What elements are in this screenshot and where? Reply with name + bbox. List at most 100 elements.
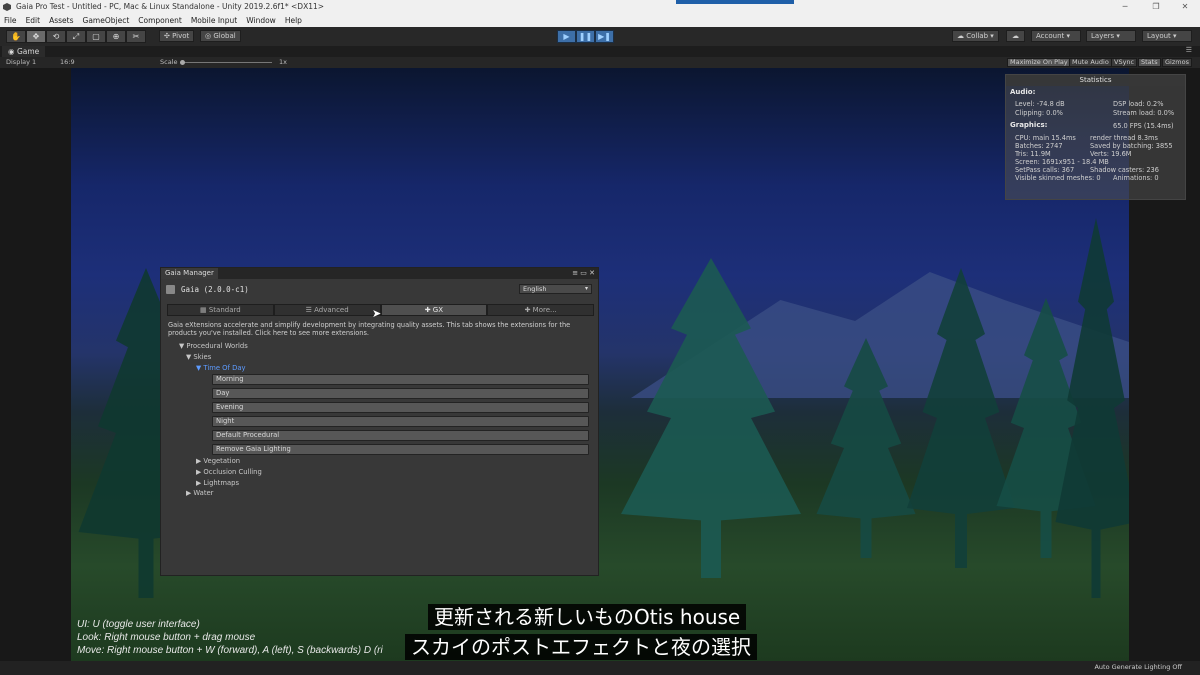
game-view-toolbar: Display 1 16:9 Scale 1x Maximize On Play… bbox=[0, 57, 1200, 68]
step-button[interactable]: ▶❚ bbox=[595, 30, 614, 43]
gizmos-dropdown[interactable]: Gizmos bbox=[1162, 58, 1192, 67]
stats-verts: Verts: 19.6M bbox=[1090, 150, 1132, 158]
pivot-label: Pivot bbox=[172, 32, 190, 40]
window-title-bar: Gaia Pro Test - Untitled - PC, Mac & Lin… bbox=[0, 0, 1200, 14]
layout-dropdown[interactable]: Layout ▾ bbox=[1142, 30, 1192, 42]
play-button[interactable]: ▶ bbox=[557, 30, 576, 43]
stats-clipping: Clipping: 0.0% bbox=[1015, 109, 1063, 117]
display-dropdown[interactable]: Display 1 bbox=[6, 57, 36, 68]
stats-fps: 65.0 FPS (15.4ms) bbox=[1113, 122, 1174, 130]
rect-tool-icon[interactable]: ▢ bbox=[86, 30, 106, 43]
tab-advanced-label: Advanced bbox=[314, 306, 349, 314]
tree-skies[interactable]: ▼ Skies bbox=[186, 353, 211, 362]
stats-stream-load: Stream load: 0.0% bbox=[1113, 109, 1175, 117]
global-toggle[interactable]: ◎ Global bbox=[200, 30, 241, 42]
pivot-toggle[interactable]: ✣ Pivot bbox=[159, 30, 195, 42]
maximize-button[interactable]: ❐ bbox=[1141, 0, 1171, 14]
gaia-window-titlebar[interactable]: Gaia Manager ≡ ▭ ✕ bbox=[161, 268, 598, 279]
close-button[interactable]: ✕ bbox=[1170, 0, 1200, 14]
evening-button[interactable]: Evening bbox=[212, 402, 589, 413]
gaia-window-controls[interactable]: ≡ ▭ ✕ bbox=[572, 268, 595, 279]
gaia-window-tab[interactable]: Gaia Manager bbox=[161, 268, 218, 279]
statistics-panel: Statistics Audio: Level: -74.8 dB Clippi… bbox=[1005, 74, 1186, 200]
stats-skinned-meshes: Visible skinned meshes: 0 bbox=[1015, 174, 1101, 182]
stats-audio-heading: Audio: bbox=[1010, 88, 1036, 96]
menu-component[interactable]: Component bbox=[138, 14, 182, 27]
scale-slider[interactable] bbox=[180, 62, 272, 63]
stats-toggle[interactable]: Stats bbox=[1138, 58, 1161, 67]
hand-tool-icon[interactable]: ✋ bbox=[6, 30, 26, 43]
stats-animations: Animations: 0 bbox=[1113, 174, 1159, 182]
menu-mobile-input[interactable]: Mobile Input bbox=[191, 14, 237, 27]
layers-label: Layers bbox=[1091, 32, 1115, 40]
move-tool-icon[interactable]: ✥ bbox=[26, 30, 46, 43]
tab-advanced[interactable]: ☰ Advanced bbox=[273, 304, 381, 316]
auto-lighting-status[interactable]: Auto Generate Lighting Off bbox=[1094, 663, 1182, 671]
layers-dropdown[interactable]: Layers ▾ bbox=[1086, 30, 1136, 42]
gx-description[interactable]: Gaia eXtensions accelerate and simplify … bbox=[168, 321, 593, 337]
help-text-look: Look: Right mouse button + drag mouse bbox=[77, 632, 256, 643]
tree-lightmaps[interactable]: ▶ Lightmaps bbox=[196, 479, 239, 488]
maximize-on-play-toggle[interactable]: Maximize On Play bbox=[1007, 58, 1071, 67]
tab-game[interactable]: ◉ Game bbox=[2, 46, 46, 57]
aspect-dropdown[interactable]: 16:9 bbox=[60, 57, 75, 68]
tab-gx-label: GX bbox=[432, 306, 444, 314]
scale-value: 1x bbox=[279, 58, 287, 66]
tab-menu-icon[interactable]: ☰ bbox=[1186, 46, 1192, 54]
custom-tool-icon[interactable]: ✂ bbox=[126, 30, 146, 43]
collab-label: Collab bbox=[966, 32, 989, 40]
subtitle-line-2: スカイのポストエフェクトと夜の選択 bbox=[405, 634, 757, 660]
menu-assets[interactable]: Assets bbox=[49, 14, 73, 27]
menu-gameobject[interactable]: GameObject bbox=[83, 14, 130, 27]
collab-dropdown[interactable]: ☁ Collab ▾ bbox=[952, 30, 999, 42]
mute-audio-toggle[interactable]: Mute Audio bbox=[1069, 58, 1112, 67]
menu-help[interactable]: Help bbox=[285, 14, 302, 27]
tab-more-label: More... bbox=[532, 306, 557, 314]
playmode-controls: ▶ ❚❚ ▶❚ bbox=[557, 30, 614, 43]
scale-tool-icon[interactable]: ⤢ bbox=[66, 30, 86, 43]
night-button[interactable]: Night bbox=[212, 416, 589, 427]
pause-button[interactable]: ❚❚ bbox=[576, 30, 595, 43]
remove-gaia-lighting-button[interactable]: Remove Gaia Lighting bbox=[212, 444, 589, 455]
recording-indicator bbox=[676, 0, 794, 4]
minimize-button[interactable]: ─ bbox=[1110, 0, 1140, 14]
tab-gx[interactable]: ✚ GX bbox=[380, 304, 488, 316]
tree-time-of-day[interactable]: ▼ Time Of Day bbox=[196, 364, 246, 373]
menu-window[interactable]: Window bbox=[246, 14, 276, 27]
tab-more[interactable]: ✚ More... bbox=[487, 304, 594, 316]
main-toolbar: ✋ ✥ ⟲ ⤢ ▢ ⊕ ✂ ✣ Pivot ◎ Global ▶ ❚❚ ▶❚ ☁… bbox=[0, 27, 1200, 46]
tab-standard-label: Standard bbox=[208, 306, 241, 314]
menu-bar: File Edit Assets GameObject Component Mo… bbox=[0, 14, 1200, 27]
stats-cpu: CPU: main 15.4ms bbox=[1015, 134, 1076, 142]
gaia-logo-icon bbox=[166, 285, 175, 294]
menu-edit[interactable]: Edit bbox=[26, 14, 41, 27]
status-bar: Auto Generate Lighting Off bbox=[0, 661, 1200, 675]
tree-vegetation[interactable]: ▶ Vegetation bbox=[196, 457, 240, 466]
tab-standard[interactable]: ▦ Standard bbox=[167, 304, 274, 316]
language-dropdown[interactable]: English ▾ bbox=[519, 284, 592, 294]
unity-logo-icon bbox=[3, 3, 11, 11]
tree-occlusion-culling[interactable]: ▶ Occlusion Culling bbox=[196, 468, 262, 477]
rotate-tool-icon[interactable]: ⟲ bbox=[46, 30, 66, 43]
account-dropdown[interactable]: Account ▾ bbox=[1031, 30, 1081, 42]
help-text-ui: UI: U (toggle user interface) bbox=[77, 619, 200, 630]
transform-tools: ✋ ✥ ⟲ ⤢ ▢ ⊕ ✂ bbox=[6, 30, 146, 43]
letterbox-left bbox=[0, 68, 71, 675]
day-button[interactable]: Day bbox=[212, 388, 589, 399]
stats-batches: Batches: 2747 bbox=[1015, 142, 1063, 150]
cloud-icon[interactable]: ☁ bbox=[1006, 30, 1025, 42]
vsync-toggle[interactable]: VSync bbox=[1111, 58, 1138, 67]
default-procedural-button[interactable]: Default Procedural bbox=[212, 430, 589, 441]
morning-button[interactable]: Morning bbox=[212, 374, 589, 385]
tree-procedural-worlds[interactable]: ▼ Procedural Worlds bbox=[179, 342, 248, 351]
stats-shadow-casters: Shadow casters: 236 bbox=[1090, 166, 1159, 174]
menu-file[interactable]: File bbox=[4, 14, 17, 27]
tree-water[interactable]: ▶ Water bbox=[186, 489, 213, 498]
game-tab-bar: ◉ Game ☰ bbox=[0, 46, 1200, 57]
statistics-title: Statistics bbox=[1006, 75, 1185, 86]
account-label: Account bbox=[1036, 32, 1065, 40]
transform-tool-icon[interactable]: ⊕ bbox=[106, 30, 126, 43]
gaia-version: Gaia (2.0.0-c1) bbox=[181, 285, 249, 294]
scale-slider-knob[interactable] bbox=[180, 60, 185, 65]
stats-graphics-heading: Graphics: bbox=[1010, 121, 1048, 129]
